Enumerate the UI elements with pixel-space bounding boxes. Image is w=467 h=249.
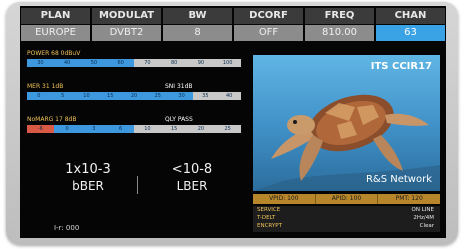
info-row: SERVICE ON LINE (253, 206, 440, 214)
info-key: ENCRYPT (257, 223, 282, 229)
mer-scale-tick: 0 (27, 92, 51, 100)
power-scale-tick: 50 (80, 59, 108, 67)
mer-scale-tick: 30 (169, 92, 194, 100)
video-network-name: R&S Network (365, 174, 432, 185)
ber-divider (137, 176, 138, 194)
power-scale-tick: 30 (27, 59, 54, 67)
power-scale-tick: 90 (197, 60, 205, 66)
bber-label: bBER (72, 179, 104, 193)
mer-scale-tick: 40 (225, 93, 233, 99)
margin-label: NoMARG 17 8dB QLY PASS (27, 116, 193, 123)
margin-scale-tick: 25 (224, 126, 231, 132)
audio-pid: APID: 100 (316, 194, 379, 204)
mer-scale-tick: 25 (145, 92, 170, 100)
margin-scale-tick: 10 (144, 126, 151, 132)
power-scale-tick: 80 (170, 60, 178, 66)
mer-scale-tick: 5 (50, 92, 75, 100)
info-row: ENCRYPT Clear (253, 222, 440, 230)
power-scale-tick: 40 (53, 59, 81, 67)
video-pid: VPID: 100 (253, 194, 316, 204)
margin-scale-tick: 6 (107, 125, 134, 133)
value-modulation[interactable]: DVBT2 (92, 25, 161, 41)
info-key: SERVICE (257, 207, 281, 213)
mer-scale-tick: 35 (202, 93, 209, 99)
info-value: Clear (419, 223, 434, 229)
power-label: POWER 68 0dBuV (27, 50, 81, 57)
margin-scale-tick: 0 (53, 125, 81, 133)
lber-value: <10-8 (171, 162, 213, 177)
header-bandwidth[interactable]: BW (163, 8, 232, 24)
power-meter: 30 40 50 60 70 80 90 100 (27, 59, 241, 67)
lber-readout: <10-8 LBER (142, 162, 242, 194)
analyzer-screen: PLAN MODULAT BW DCORF FREQ CHAN EUROPE D… (20, 6, 446, 238)
mer-scale-tick: 15 (98, 92, 123, 100)
noise-margin-value: NoMARG 17 8dB (27, 116, 77, 123)
quality-status: QLY PASS (165, 116, 193, 123)
mer-label: MER 31 1dB SNI 31dB (27, 83, 193, 90)
value-frequency[interactable]: 810.00 (305, 25, 374, 41)
video-preview[interactable]: ITS CCIR17 R&S Network (253, 55, 440, 191)
lber-label: LBER (176, 179, 208, 193)
margin-scale-tick: 3 (80, 125, 108, 133)
mer-meter: 0 5 10 15 20 25 30 35 40 (27, 92, 241, 100)
margin-scale-tick: 15 (170, 126, 178, 132)
bber-readout: 1x10-3 bBER (38, 162, 138, 194)
value-dcorf[interactable]: OFF (234, 25, 303, 41)
header-frequency[interactable]: FREQ (305, 8, 374, 24)
info-key: T-DELT (257, 215, 276, 221)
header-channel[interactable]: CHAN (376, 8, 445, 24)
mer-scale-tick: 10 (74, 92, 99, 100)
pmt-pid: PMT: 120 (395, 195, 423, 202)
parameter-value-row: EUROPE DVBT2 8 OFF 810.00 63 (20, 25, 446, 41)
sea-turtle-image (253, 94, 440, 191)
info-value: ON LINE (411, 207, 434, 213)
snr-value: SNI 31dB (165, 83, 193, 90)
margin-meter: -6 0 3 6 10 15 20 25 (27, 125, 241, 133)
power-scale-tick: 100 (222, 60, 233, 66)
bber-value: 1x10-3 (65, 162, 111, 177)
service-info-panel: SERVICE ON LINE T-DELT 2Hz/4M ENCRYPT Cl… (253, 206, 440, 232)
mer-scale-tick: 20 (122, 92, 146, 100)
ber-footer: I-r: 000 (54, 224, 80, 232)
header-dcorf[interactable]: DCORF (234, 8, 303, 24)
video-test-title: ITS CCIR17 (370, 61, 432, 72)
value-plan[interactable]: EUROPE (21, 25, 90, 41)
margin-scale-tick: 20 (197, 126, 205, 132)
power-scale-tick: 60 (107, 59, 134, 67)
mer-value: MER 31 1dB (27, 83, 64, 90)
info-row: T-DELT 2Hz/4M (253, 214, 440, 222)
margin-scale-tick: -6 (27, 125, 54, 133)
header-modulation[interactable]: MODULAT (92, 8, 161, 24)
pid-bar: VPID: 100 APID: 100 PMT: 120 (253, 194, 440, 204)
header-plan[interactable]: PLAN (21, 8, 90, 24)
power-scale-tick: 70 (144, 60, 151, 66)
parameter-title-row: PLAN MODULAT BW DCORF FREQ CHAN (20, 8, 446, 24)
value-bandwidth[interactable]: 8 (163, 25, 232, 41)
value-channel[interactable]: 63 (376, 25, 445, 41)
info-value: 2Hz/4M (413, 215, 434, 221)
